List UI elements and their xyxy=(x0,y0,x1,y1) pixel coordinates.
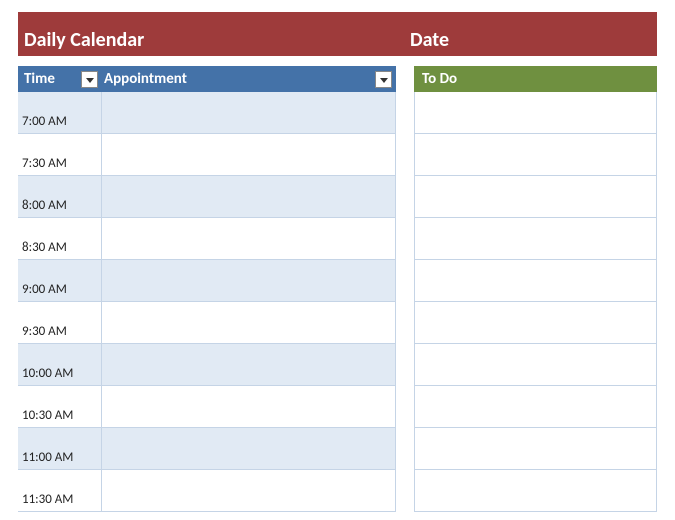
todo-cell[interactable] xyxy=(414,386,657,428)
todo-cell[interactable] xyxy=(414,92,657,134)
table-row: 8:00 AM xyxy=(18,176,396,218)
todo-cell[interactable] xyxy=(414,176,657,218)
table-row: 10:30 AM xyxy=(18,386,396,428)
time-cell: 10:30 AM xyxy=(18,386,102,427)
appointment-cell[interactable] xyxy=(102,134,396,175)
todo-cell[interactable] xyxy=(414,470,657,512)
time-cell: 8:00 AM xyxy=(18,176,102,217)
table-row: 8:30 AM xyxy=(18,218,396,260)
todo-cell[interactable] xyxy=(414,134,657,176)
appointment-filter-button[interactable] xyxy=(375,71,392,88)
time-cell: 9:00 AM xyxy=(18,260,102,301)
table-row: 11:30 AM xyxy=(18,470,396,512)
time-cell: 10:00 AM xyxy=(18,344,102,385)
appointment-cell[interactable] xyxy=(102,92,396,133)
todo-cell[interactable] xyxy=(414,260,657,302)
table-row: 10:00 AM xyxy=(18,344,396,386)
time-cell: 7:00 AM xyxy=(18,92,102,133)
time-cell: 7:30 AM xyxy=(18,134,102,175)
table-row: 7:30 AM xyxy=(18,134,396,176)
todo-cell[interactable] xyxy=(414,302,657,344)
title-daily-calendar: Daily Calendar xyxy=(18,28,396,52)
todo-cell[interactable] xyxy=(414,218,657,260)
time-cell: 8:30 AM xyxy=(18,218,102,259)
appointment-cell[interactable] xyxy=(102,302,396,343)
time-cell: 11:30 AM xyxy=(18,470,102,511)
appointment-column-header: Appointment xyxy=(102,70,396,88)
table-row: 9:30 AM xyxy=(18,302,396,344)
table-row: 11:00 AM xyxy=(18,428,396,470)
todo-cell[interactable] xyxy=(414,428,657,470)
appointment-cell[interactable] xyxy=(102,218,396,259)
appointment-cell[interactable] xyxy=(102,428,396,469)
schedule-panel: Time Appointment xyxy=(18,66,396,512)
table-row: 7:00 AM xyxy=(18,92,396,134)
appointment-cell[interactable] xyxy=(102,386,396,427)
appointment-header-label: Appointment xyxy=(104,70,187,88)
chevron-down-icon xyxy=(86,70,94,88)
time-filter-button[interactable] xyxy=(81,71,98,88)
content-area: Time Appointment xyxy=(18,66,657,512)
appointment-cell[interactable] xyxy=(102,470,396,511)
header-bar: Daily Calendar Date xyxy=(18,12,657,56)
todo-header-label: To Do xyxy=(422,70,457,88)
calendar-template: Daily Calendar Date Time Appointment xyxy=(0,0,675,512)
appointment-cell[interactable] xyxy=(102,176,396,217)
todo-header: To Do xyxy=(414,66,657,92)
table-row: 9:00 AM xyxy=(18,260,396,302)
todo-panel: To Do xyxy=(414,66,657,512)
time-cell: 11:00 AM xyxy=(18,428,102,469)
chevron-down-icon xyxy=(380,70,388,88)
time-column-header: Time xyxy=(18,70,102,88)
schedule-header-row: Time Appointment xyxy=(18,66,396,92)
time-header-label: Time xyxy=(24,70,55,88)
appointment-cell[interactable] xyxy=(102,344,396,385)
time-cell: 9:30 AM xyxy=(18,302,102,343)
appointment-cell[interactable] xyxy=(102,260,396,301)
title-date: Date xyxy=(396,28,657,52)
todo-cell[interactable] xyxy=(414,344,657,386)
